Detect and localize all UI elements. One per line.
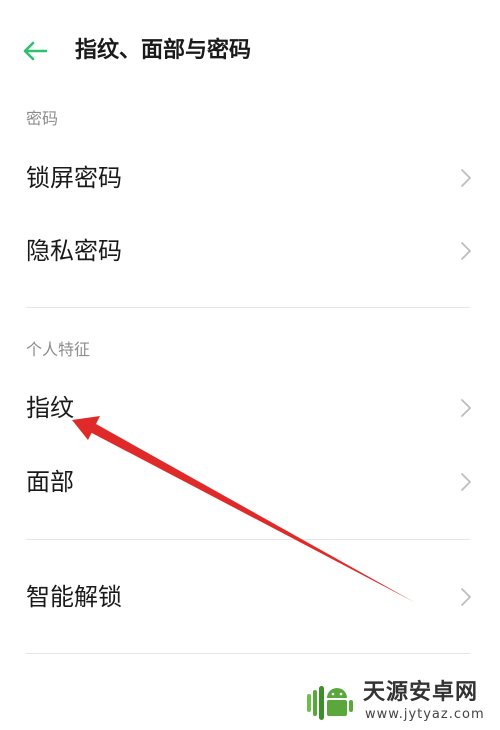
watermark-name: 天源安卓网 (363, 680, 479, 705)
watermark-url: www.jytyaz.com (365, 707, 485, 722)
lock-screen-password-label: 锁屏密码 (26, 164, 122, 192)
page-title: 指纹、面部与密码 (75, 38, 252, 63)
arrow-left-icon (23, 41, 48, 61)
privacy-password-item[interactable]: 隐私密码 (0, 221, 500, 281)
smart-unlock-label: 智能解锁 (26, 583, 122, 611)
section-divider (26, 653, 470, 654)
section-divider (26, 307, 470, 308)
smart-unlock-item[interactable]: 智能解锁 (0, 567, 500, 627)
section-header-biometrics: 个人特征 (26, 340, 91, 359)
chevron-right-icon (461, 242, 471, 260)
privacy-password-label: 隐私密码 (26, 237, 122, 265)
chevron-right-icon (461, 399, 471, 417)
face-item[interactable]: 面部 (0, 452, 500, 512)
face-label: 面部 (26, 468, 74, 496)
section-divider (26, 539, 470, 540)
chevron-right-icon (461, 169, 471, 187)
app-header: 指纹、面部与密码 (0, 0, 500, 104)
fingerprint-label: 指纹 (26, 394, 74, 422)
fingerprint-item[interactable]: 指纹 (0, 378, 500, 438)
android-logo-icon (307, 686, 353, 720)
lock-screen-password-item[interactable]: 锁屏密码 (0, 148, 500, 208)
watermark: 天源安卓网 www.jytyaz.com (305, 678, 495, 726)
chevron-right-icon (461, 588, 471, 606)
section-header-password: 密码 (26, 109, 59, 128)
back-button[interactable] (18, 34, 52, 68)
chevron-right-icon (461, 473, 471, 491)
